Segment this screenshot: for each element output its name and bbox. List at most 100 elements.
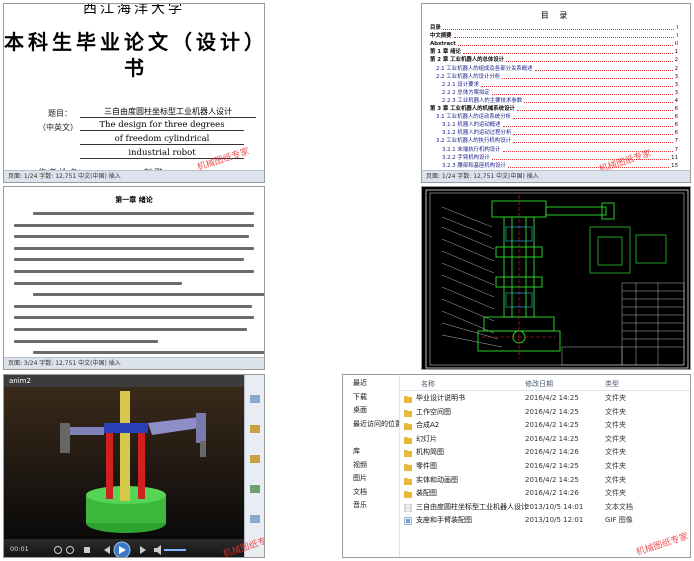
column-name-header[interactable]: 名称 xyxy=(421,379,435,389)
file-row[interactable]: 合成A2 2016/4/2 14:25 文件夹 xyxy=(399,419,690,433)
toc-entry-page: 6 xyxy=(674,106,678,113)
nav-item[interactable]: 文档 xyxy=(343,486,399,500)
folder-icon xyxy=(404,409,412,417)
file-row[interactable]: 实体和动画图 2016/4/2 14:25 文件夹 xyxy=(399,474,690,488)
toc-leader-dots xyxy=(457,45,673,47)
toc-entry-text: 3.1.2 机器人的运动过程分析 xyxy=(442,130,512,137)
volume-icon[interactable] xyxy=(154,545,161,555)
file-type: 文本文档 xyxy=(605,502,633,511)
word-status-bar: 页面: 1/24 字数: 12,751 中文(中国) 插入 xyxy=(422,170,690,182)
toc-entry-text: 2.2.3 工业机器人的主要技术参数 xyxy=(442,97,523,104)
file-date: 2016/4/2 14:25 xyxy=(525,475,579,484)
toc-entry-page: 7 xyxy=(674,138,678,145)
toc-entry-text: 3.1.1 机器人的运动概述 xyxy=(442,122,501,129)
column-type-header[interactable]: 类型 xyxy=(605,379,619,389)
text-line xyxy=(14,269,254,279)
file-name: 实体和动画图 xyxy=(416,475,458,484)
player-controls[interactable]: 00:01 xyxy=(4,539,244,557)
toc-entry-page: 3 xyxy=(674,81,678,88)
text-line xyxy=(14,235,254,244)
toc-entry-text: 3.2 工业机器人的执行机构设计 xyxy=(436,138,511,145)
toc-entry: 2.2.3 工业机器人的主要技术参数 4 xyxy=(430,97,678,105)
nav-item[interactable] xyxy=(343,527,399,541)
next-icon[interactable] xyxy=(140,546,146,554)
nav-item[interactable]: 视频 xyxy=(343,459,399,473)
stop-icon[interactable] xyxy=(84,547,90,553)
toc-entry: 3.1 工业机器人的运动系统分析 6 xyxy=(430,113,678,121)
file-date: 2013/10/5 14:01 xyxy=(525,502,584,511)
file-date: 2016/4/2 14:25 xyxy=(525,394,579,402)
robot-3d-model xyxy=(4,387,244,539)
nav-item[interactable]: 图片 xyxy=(343,472,399,486)
toc-entry-text: 目录 xyxy=(430,25,441,32)
toc-entry-text: Abstract xyxy=(430,41,456,48)
toc-entry-text: 3.1 工业机器人的运动系统分析 xyxy=(436,114,511,121)
university-name: 西江海洋大学 xyxy=(83,3,185,17)
file-row[interactable]: 机构简图 2016/4/2 14:26 文件夹 xyxy=(399,446,690,460)
nav-item[interactable]: 最近访问的位置 xyxy=(343,418,399,432)
toc-entry-page: 6 xyxy=(674,130,678,137)
side-panel-icons xyxy=(250,395,260,523)
file-row[interactable]: 装配图 2016/4/2 14:26 文件夹 xyxy=(399,487,690,501)
nav-item[interactable]: 下载 xyxy=(343,391,399,405)
file-name: 合成A2 xyxy=(416,421,440,430)
toc-entry-text: 2.1 工业机器人的组成及各部分关系概述 xyxy=(436,65,533,72)
file-name: 三自由度圆柱坐标型工业机器人设计 xyxy=(416,502,528,511)
thesis-title-line2: 书 xyxy=(124,56,144,80)
nav-item[interactable]: 库 xyxy=(343,445,399,459)
toc-leader-dots xyxy=(507,166,670,168)
file-date: 2016/4/2 14:25 xyxy=(525,434,579,443)
toc-heading: 目 录 xyxy=(540,11,572,20)
toc-entry: 中文摘要 I xyxy=(430,32,678,40)
toc-entry-page: 2 xyxy=(674,65,678,72)
file-date: 2013/10/5 12:01 xyxy=(525,516,584,525)
file-row[interactable]: 毕业设计说明书 2016/4/2 14:25 文件夹 xyxy=(399,392,690,406)
volume-slider[interactable] xyxy=(164,549,186,551)
chapter-page-screenshot: 第一章 绪论 页面: 3/24 字数: 12,751 中文(中国) 插入 xyxy=(3,186,265,370)
toc-entry-text: 3.2.2 手臂机构设计 xyxy=(442,154,490,161)
nav-item[interactable] xyxy=(343,513,399,527)
nav-item[interactable] xyxy=(343,431,399,445)
file-type: 文件夹 xyxy=(605,448,626,457)
toc-entry-text: 2.2.1 设计要求 xyxy=(442,81,479,88)
text-line xyxy=(14,258,254,267)
file-name: 工作空间图 xyxy=(416,407,451,416)
toc-entry-text: 2.2.2 总体方案拟定 xyxy=(442,89,490,96)
nav-item[interactable]: 最近 xyxy=(343,377,399,391)
file-row[interactable]: 零件图 2016/4/2 14:25 文件夹 xyxy=(399,460,690,474)
toc-entry-page: 3 xyxy=(674,73,678,80)
english-title-line-1: The design for three degrees xyxy=(80,120,244,131)
toc-leader-dots xyxy=(481,85,673,87)
column-date-header[interactable]: 修改日期 xyxy=(525,379,553,389)
toc-entry-page: 3 xyxy=(674,89,678,96)
cad-assembly-drawing xyxy=(425,189,689,369)
chapter-heading: 第一章 绪论 xyxy=(115,196,153,204)
word-status-bar: 页面: 1/24 字数: 12,751 中文(中国) 插入 xyxy=(4,170,264,182)
nav-item[interactable]: 音乐 xyxy=(343,499,399,513)
toc-entry-text: 第 2 章 工业机器人的总体设计 xyxy=(430,57,505,64)
file-type: 文件夹 xyxy=(605,461,626,470)
file-row[interactable]: 三自由度圆柱坐标型工业机器人设计 2013/10/5 14:01 文本文档 xyxy=(399,501,690,515)
nav-item[interactable] xyxy=(343,540,399,554)
folder-icon xyxy=(404,395,412,403)
file-type: 文件夹 xyxy=(605,475,626,484)
topic-label: 题目： xyxy=(48,109,72,118)
file-date: 2016/4/2 14:25 xyxy=(525,461,579,470)
text-line xyxy=(14,293,264,302)
file-row[interactable]: 工作空间图 2016/4/2 14:25 文件夹 xyxy=(399,406,690,420)
toc-entry-text: 3.2.1 末端执行机构设计 xyxy=(442,146,501,153)
toc-entry: 第 2 章 工业机器人的总体设计 2 xyxy=(430,56,678,64)
cad-drawing-screenshot xyxy=(421,186,691,370)
toc-leader-dots xyxy=(513,134,673,136)
toc-leader-dots xyxy=(512,142,673,144)
repeat-icon[interactable] xyxy=(54,546,62,554)
file-row[interactable]: 支座和手臂装配图 2013/10/5 12:01 GIF 图像 xyxy=(399,514,690,528)
nav-item[interactable]: 桌面 xyxy=(343,404,399,418)
file-explorer-screenshot: 最近 下载 桌面 最近访问的位置库视频 图片 文档 音乐 名称 修改日期 类型 毕业设计说明… xyxy=(342,374,691,558)
toc-entry-text: 第 1 章 绪论 xyxy=(430,49,461,56)
rewind-icon[interactable] xyxy=(66,546,74,554)
file-row[interactable]: 幻灯片 2016/4/2 14:25 文件夹 xyxy=(399,433,690,447)
folder-icon xyxy=(404,477,412,485)
toc-entry-text: 2.2 工业机器人的设计分析 xyxy=(436,73,501,80)
previous-icon[interactable] xyxy=(104,546,110,554)
